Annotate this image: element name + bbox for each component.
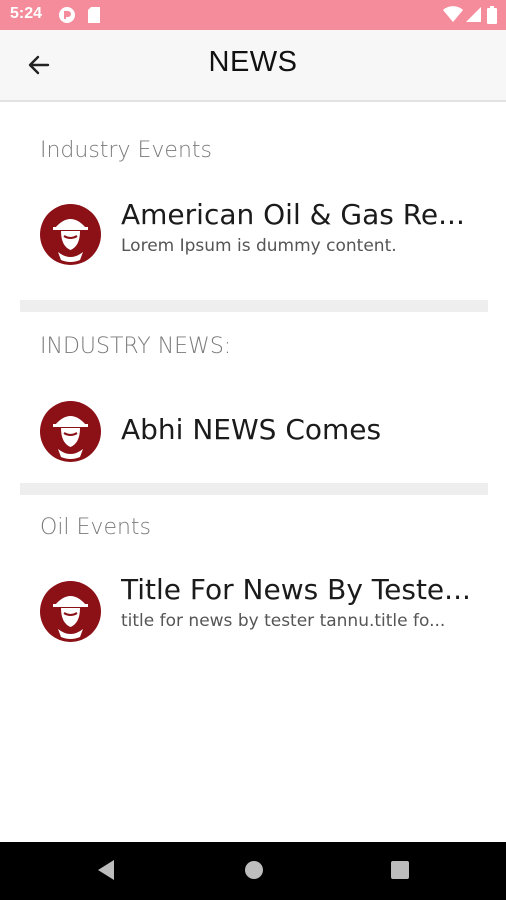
news-list: Industry Events American Oil & Gas Re...… <box>20 102 488 695</box>
section-industry-news: INDUSTRY NEWS: Abhi NEWS Comes <box>20 312 488 483</box>
battery-icon <box>487 6 497 28</box>
section-industry-events: Industry Events American Oil & Gas Re...… <box>20 102 488 300</box>
news-item[interactable]: American Oil & Gas Re... Lorem Ipsum is … <box>20 190 488 290</box>
news-item-subtitle: Lorem Ipsum is dummy content. <box>121 236 397 256</box>
section-title: Industry Events <box>40 138 212 163</box>
signal-icon <box>466 6 482 27</box>
app-bar: NEWS <box>0 30 506 102</box>
wifi-icon <box>443 6 463 27</box>
back-triangle-icon[interactable] <box>96 859 116 885</box>
section-oil-events: Oil Events Title For News By Teste... ti… <box>20 495 488 695</box>
section-title: INDUSTRY NEWS: <box>40 334 232 359</box>
oil-worker-helmet-icon <box>40 581 101 642</box>
app-notification-icon <box>58 6 76 28</box>
news-item-title: Title For News By Teste... <box>121 573 471 606</box>
section-divider <box>20 300 488 312</box>
page-title: NEWS <box>208 46 298 78</box>
news-item-title: Abhi NEWS Comes <box>121 413 382 446</box>
oil-worker-helmet-icon <box>40 401 101 462</box>
navigation-bar <box>0 842 506 900</box>
news-item[interactable]: Abhi NEWS Comes <box>20 385 488 485</box>
oil-worker-helmet-icon <box>40 204 101 265</box>
sd-card-icon <box>87 6 101 28</box>
home-circle-icon[interactable] <box>244 859 264 885</box>
news-item[interactable]: Title For News By Teste... title for new… <box>20 565 488 665</box>
news-item-subtitle: title for news by tester tannu.title fo.… <box>121 611 446 631</box>
section-title: Oil Events <box>40 515 152 540</box>
status-bar: 5:24 <box>0 0 506 30</box>
status-time: 5:24 <box>10 5 43 22</box>
recents-square-icon[interactable] <box>390 859 410 885</box>
news-item-title: American Oil & Gas Re... <box>121 198 465 231</box>
